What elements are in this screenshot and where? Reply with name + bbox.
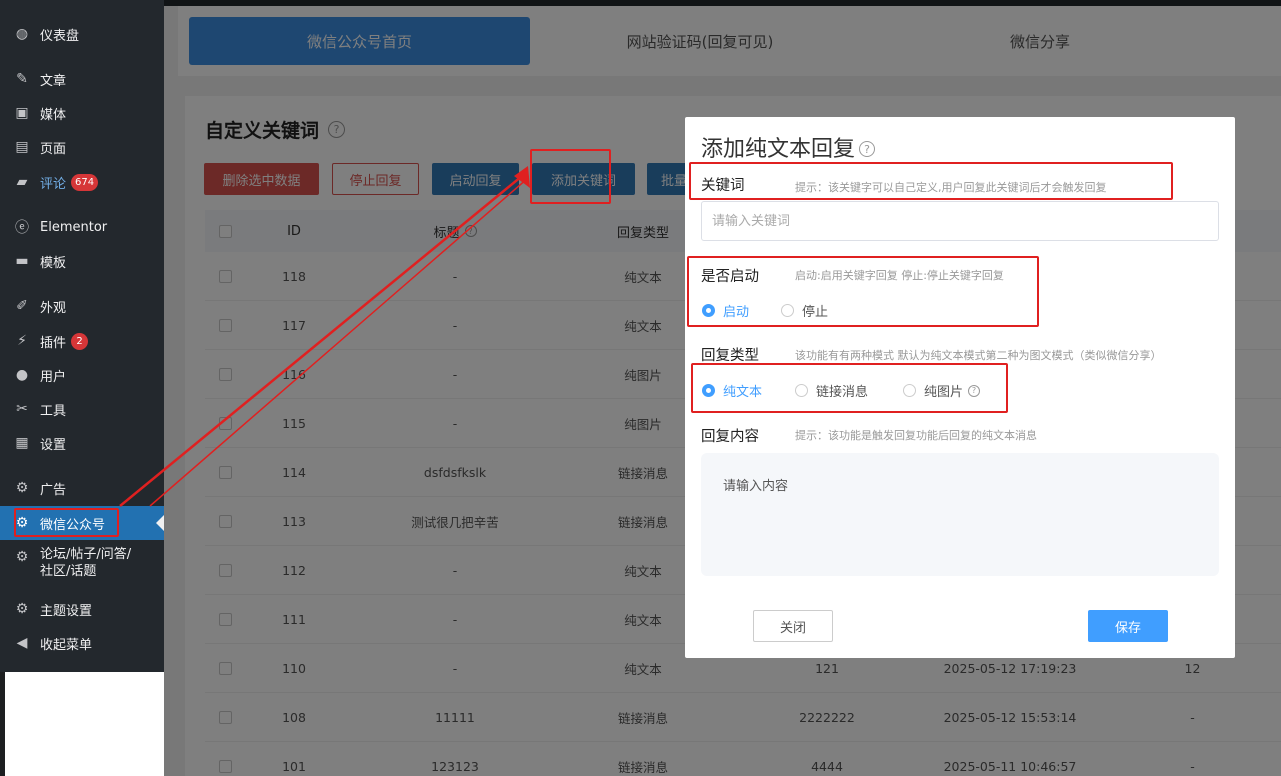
plugin-icon: ⚡: [17, 333, 27, 349]
sidebar-item-collapse[interactable]: ◀ 收起菜单: [0, 631, 164, 655]
annotation-box-keyword: [689, 162, 1173, 200]
sidebar-item-label: 主题设置: [40, 603, 93, 619]
sidebar-item-label: 评论: [40, 176, 67, 192]
sidebar-item-tools[interactable]: ✂ 工具: [0, 397, 164, 421]
sidebar-item-label: 插件: [40, 335, 67, 351]
dialog-title: 添加纯文本回复 ?: [701, 131, 876, 163]
sidebar-item-label: 工具: [40, 403, 67, 419]
wrench-icon: ✂: [16, 401, 28, 417]
media-icon: ▣: [15, 105, 29, 121]
sidebar-item-posts[interactable]: ✎ 文章: [0, 67, 164, 91]
dialog-title-text: 添加纯文本回复: [701, 137, 856, 162]
close-button[interactable]: 关闭: [753, 610, 833, 642]
sidebar-item-pages[interactable]: ▤ 页面: [0, 135, 164, 159]
collapse-icon: ◀: [16, 635, 28, 651]
annotation-box-add-keyword: [530, 149, 611, 204]
annotation-box-wechat-menu: [14, 508, 119, 537]
sidebar-item-label: 文章: [40, 73, 67, 89]
gear-icon: ⚙: [15, 480, 29, 496]
reply-content-textarea[interactable]: [701, 453, 1219, 576]
sidebar-item-elementor[interactable]: ⓔ Elementor: [0, 215, 164, 239]
user-icon: ●: [15, 367, 29, 383]
sidebar-item-comments[interactable]: ▰ 评论 674: [0, 170, 164, 194]
help-icon[interactable]: ?: [859, 141, 876, 157]
sidebar-item-label: 论坛/帖子/问答/社区/话题: [40, 547, 132, 579]
plugin-update-badge: 2: [71, 332, 89, 350]
current-menu-arrow: [156, 515, 164, 531]
sidebar-item-dashboard[interactable]: ◍ 仪表盘: [0, 22, 164, 46]
dashboard-icon: ◍: [15, 26, 29, 42]
admin-sidebar: ◍ 仪表盘 ✎ 文章 ▣ 媒体 ▤ 页面 ▰ 评论 674 ⓔ Elemento…: [0, 0, 164, 776]
sidebar-item-label: 页面: [40, 141, 67, 157]
comment-count-badge: 674: [71, 173, 99, 191]
page-icon: ▤: [15, 139, 29, 155]
gear-icon: ⚙: [15, 601, 29, 617]
sidebar-item-theme-settings[interactable]: ⚙ 主题设置: [0, 597, 164, 621]
sidebar-item-label: Elementor: [40, 219, 108, 235]
sidebar-item-label: 媒体: [40, 107, 67, 123]
sidebar-bottom-area: [0, 672, 164, 776]
reply-type-hint: 该功能有有两种模式 默认为纯文本模式第二种为图文模式（类似微信分享）: [795, 349, 1162, 362]
sidebar-item-forum[interactable]: ⚙ 论坛/帖子/问答/社区/话题: [0, 546, 164, 586]
sidebar-item-settings[interactable]: ▦ 设置: [0, 431, 164, 455]
gear-icon: ⚙: [15, 549, 29, 565]
brush-icon: ✐: [16, 298, 28, 314]
sidebar-item-media[interactable]: ▣ 媒体: [0, 101, 164, 125]
sidebar-item-label: 用户: [40, 369, 67, 385]
elementor-icon: ⓔ: [15, 220, 29, 236]
sidebar-item-templates[interactable]: ▬ 模板: [0, 249, 164, 273]
sidebar-item-label: 设置: [40, 437, 67, 453]
sidebar-item-plugins[interactable]: ⚡ 插件 2: [0, 329, 164, 353]
annotation-box-enable: [687, 256, 1039, 327]
save-button[interactable]: 保存: [1088, 610, 1168, 642]
sidebar-item-label: 收起菜单: [40, 637, 93, 653]
reply-content-label: 回复内容: [701, 429, 759, 445]
sidebar-item-users[interactable]: ● 用户: [0, 363, 164, 387]
keyword-input[interactable]: [701, 201, 1219, 241]
pin-icon: ✎: [16, 71, 28, 87]
sidebar-item-label: 模板: [40, 255, 67, 271]
settings-icon: ▦: [15, 435, 29, 451]
sidebar-item-label: 外观: [40, 300, 67, 316]
sidebar-item-ads[interactable]: ⚙ 广告: [0, 476, 164, 500]
folder-icon: ▬: [15, 253, 29, 269]
sidebar-item-label: 广告: [40, 482, 67, 498]
annotation-box-reply-type: [691, 363, 1008, 413]
comment-icon: ▰: [16, 174, 28, 190]
sidebar-item-label: 仪表盘: [40, 28, 80, 44]
reply-type-label: 回复类型: [701, 348, 759, 364]
sidebar-item-appearance[interactable]: ✐ 外观: [0, 294, 164, 318]
reply-content-hint: 提示：该功能是触发回复功能后回复的纯文本消息: [795, 429, 1037, 442]
